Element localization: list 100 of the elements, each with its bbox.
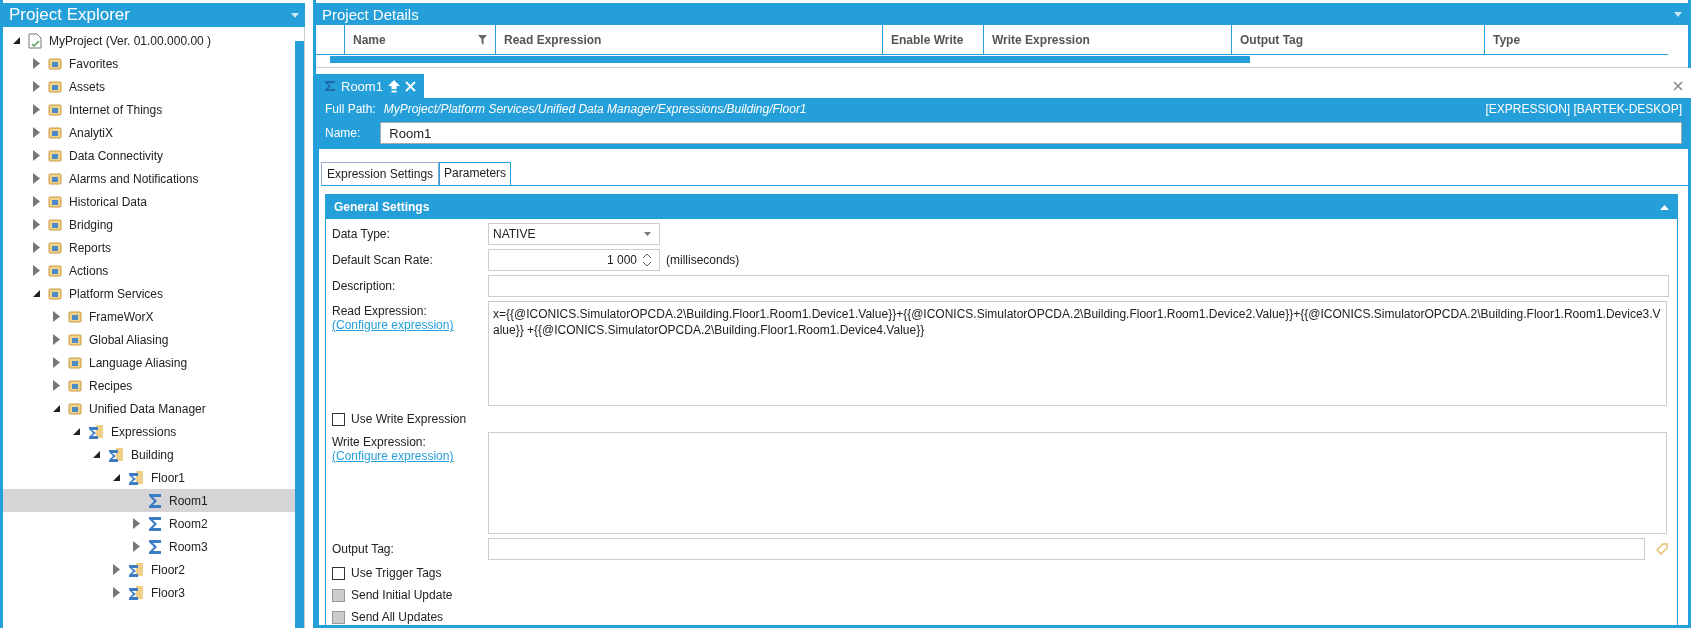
tree-item[interactable]: Floor2: [3, 558, 295, 581]
sigma-folder-icon: [127, 469, 145, 486]
horizontal-scrollbar[interactable]: [316, 55, 1688, 68]
tree-item[interactable]: Language Aliasing: [3, 351, 295, 374]
expand-icon[interactable]: [132, 518, 140, 529]
tab[interactable]: Expression Settings: [321, 162, 440, 185]
tree-item[interactable]: Floor3: [3, 581, 295, 604]
output-tag-field[interactable]: [488, 538, 1645, 560]
expand-icon[interactable]: [52, 357, 60, 368]
tree-item[interactable]: Room1: [3, 489, 295, 512]
sigma-folder-icon: [127, 584, 145, 601]
tree-item[interactable]: Internet of Things: [3, 98, 295, 121]
sigma-folder-icon: [127, 561, 145, 578]
collapse-icon[interactable]: [31, 289, 41, 298]
expand-icon[interactable]: [112, 587, 120, 598]
field-label: Output Tag:: [332, 542, 395, 556]
expand-icon[interactable]: [32, 58, 40, 69]
expand-icon[interactable]: [52, 311, 60, 322]
module-icon: [67, 354, 83, 371]
expand-icon[interactable]: [112, 564, 120, 575]
column-header[interactable]: Name: [345, 25, 496, 54]
expand-icon[interactable]: [32, 196, 40, 207]
scrollbar[interactable]: [295, 41, 304, 628]
expand-icon[interactable]: [32, 104, 40, 115]
tree-item[interactable]: Reports: [3, 236, 295, 259]
tree-item[interactable]: Building: [3, 443, 295, 466]
scan-rate-field[interactable]: 1 000: [488, 249, 660, 271]
dropdown-icon[interactable]: [291, 12, 299, 18]
expand-icon[interactable]: [32, 173, 40, 184]
tree-item[interactable]: Expressions: [3, 420, 295, 443]
tree-item[interactable]: Unified Data Manager: [3, 397, 295, 420]
module-icon: [47, 78, 63, 95]
tree-item[interactable]: Room3: [3, 535, 295, 558]
column-header[interactable]: Enable Write: [883, 25, 984, 54]
column-header[interactable]: Write Expression: [984, 25, 1232, 54]
checkbox[interactable]: Use Trigger Tags: [332, 564, 1669, 582]
expand-icon[interactable]: [32, 150, 40, 161]
checkbox-box[interactable]: [332, 412, 345, 426]
collapse-icon[interactable]: [91, 450, 101, 459]
field-label: Data Type:: [332, 227, 391, 241]
column-header[interactable]: Output Tag: [1232, 25, 1485, 54]
tree-item[interactable]: FrameWorX: [3, 305, 295, 328]
module-icon: [47, 285, 63, 302]
collapse-icon[interactable]: [111, 473, 121, 482]
tree-item[interactable]: Platform Services: [3, 282, 295, 305]
field-label: Description:: [332, 279, 397, 293]
dropdown-icon[interactable]: [644, 232, 651, 236]
dropdown-icon[interactable]: [1674, 11, 1682, 17]
tree-item[interactable]: Room2: [3, 512, 295, 535]
filter-icon[interactable]: [478, 34, 487, 45]
module-icon: [47, 147, 63, 164]
expand-icon[interactable]: [32, 219, 40, 230]
expand-icon[interactable]: [52, 334, 60, 345]
panel-title: Project Details: [322, 5, 419, 23]
checkbox[interactable]: Use Write Expression: [332, 410, 1669, 428]
module-icon: [47, 124, 63, 141]
sigma-icon: [147, 492, 163, 509]
module-icon: [67, 331, 83, 348]
tree-item[interactable]: Global Aliasing: [3, 328, 295, 351]
column-header[interactable]: Type: [1485, 25, 1668, 54]
tree-item[interactable]: Alarms and Notifications: [3, 167, 295, 190]
tree-item[interactable]: AnalytiX: [3, 121, 295, 144]
data-type-dropdown[interactable]: NATIVE: [488, 223, 660, 245]
sigma-icon: [324, 80, 336, 92]
collapse-icon[interactable]: [71, 427, 81, 436]
tree-item[interactable]: Actions: [3, 259, 295, 282]
tree-item[interactable]: Floor1: [3, 466, 295, 489]
write-expression-field[interactable]: [488, 432, 1667, 534]
module-icon: [67, 308, 83, 325]
tree-item[interactable]: MyProject (Ver. 01.00.000.00 ): [3, 29, 295, 52]
collapse-icon[interactable]: [51, 404, 61, 413]
expand-icon[interactable]: [52, 380, 60, 391]
tree-item[interactable]: Favorites: [3, 52, 295, 75]
name-field[interactable]: Room1: [380, 122, 1682, 144]
tree-item[interactable]: Recipes: [3, 374, 295, 397]
type-info: [EXPRESSION] [BARTEK-DESKOP]: [1485, 102, 1682, 116]
pin-icon[interactable]: [387, 79, 400, 93]
tree-item[interactable]: Assets: [3, 75, 295, 98]
field-label: Write Expression:: [332, 435, 427, 449]
module-icon: [47, 55, 63, 72]
sigma-folder-icon: [107, 446, 125, 463]
expand-icon[interactable]: [32, 81, 40, 92]
expand-icon[interactable]: [32, 127, 40, 138]
close-icon[interactable]: [1673, 81, 1683, 91]
tree-item[interactable]: Historical Data: [3, 190, 295, 213]
checkbox-box[interactable]: [332, 566, 345, 580]
module-icon: [67, 377, 83, 394]
tree-item[interactable]: Data Connectivity: [3, 144, 295, 167]
expand-icon[interactable]: [32, 265, 40, 276]
document-icon: [27, 32, 43, 49]
module-icon: [47, 216, 63, 233]
expand-icon[interactable]: [32, 242, 40, 253]
collapse-icon[interactable]: [11, 36, 21, 45]
expand-icon[interactable]: [132, 541, 140, 552]
spinner-icon[interactable]: [643, 253, 651, 267]
description-field[interactable]: [488, 275, 1669, 297]
tree-item[interactable]: Bridging: [3, 213, 295, 236]
tab[interactable]: Parameters: [439, 162, 512, 185]
read-expression-field[interactable]: x={{@ICONICS.SimulatorOPCDA.2\Building.Floor1.Room1.Device1.Value}}+{{@ICONICS.SimulatorOPCDA.2\Building.Floor1.Room1.Device2.Value}}+{{@ICONICS.SimulatorOPCDA.2\Building.Floor1.Room1.Device3.Value}} +{{@ICONICS.SimulatorOPCDA.2\Building.Floor1.Room1.Device4.Value}}: [488, 301, 1667, 406]
column-header[interactable]: Read Expression: [496, 25, 883, 54]
